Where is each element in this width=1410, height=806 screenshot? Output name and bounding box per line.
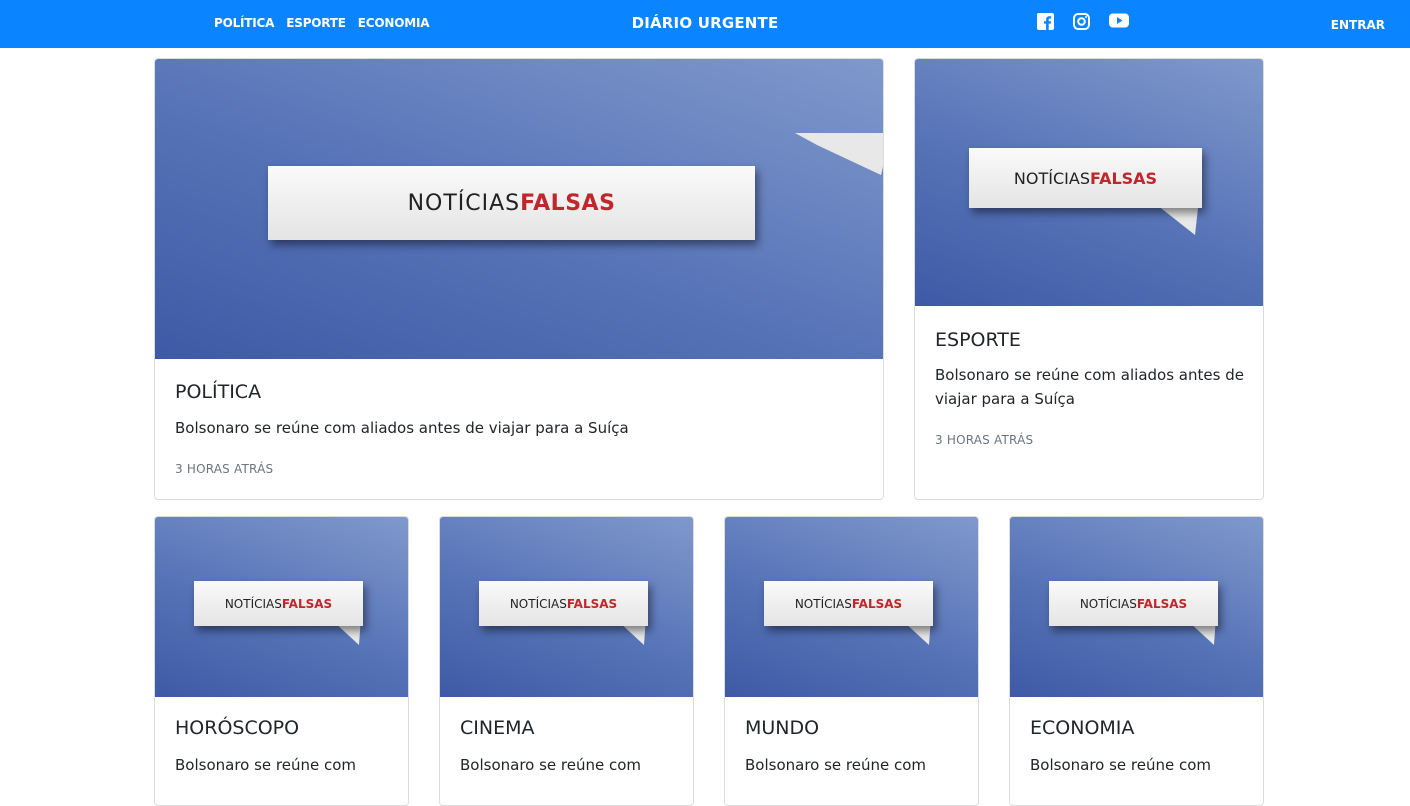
nav-link-politica[interactable]: POLÍTICA [214, 16, 274, 30]
card-image: NOTÍCIAS FALSAS [155, 517, 408, 697]
card-text: Bolsonaro se reúne com [745, 756, 927, 774]
youtube-icon[interactable] [1109, 13, 1129, 34]
bubble-text-noticias: NOTÍCIAS [407, 190, 521, 216]
bubble-text-noticias: NOTÍCIAS [1013, 168, 1090, 188]
facebook-icon[interactable] [1037, 13, 1054, 34]
bubble-text-noticias: NOTÍCIAS [509, 596, 567, 611]
card-text: Bolsonaro se reúne com [460, 756, 642, 774]
card-title: ECONOMIA [1030, 717, 1135, 739]
top-navbar: POLÍTICA ESPORTE ECONOMIA DIÁRIO URGENTE… [0, 0, 1410, 48]
instagram-icon[interactable] [1073, 13, 1090, 34]
bubble-text-noticias: NOTÍCIAS [224, 596, 282, 611]
speech-bubble: NOTÍCIAS FALSAS [479, 581, 648, 626]
card-title: POLÍTICA [175, 381, 262, 403]
fake-news-graphic: NOTÍCIAS FALSAS [725, 517, 978, 697]
fake-news-graphic: NOTÍCIAS FALSAS [155, 59, 883, 359]
login-link[interactable]: ENTRAR [1331, 18, 1385, 32]
fake-news-graphic: NOTÍCIAS FALSAS [440, 517, 693, 697]
card-image: NOTÍCIAS FALSAS [1010, 517, 1263, 697]
brand-title: DIÁRIO URGENTE [631, 14, 779, 32]
card-image: NOTÍCIAS FALSAS [725, 517, 978, 697]
news-card-economia[interactable]: NOTÍCIAS FALSAS ECONOMIA Bolsonaro se reú… [1009, 516, 1264, 806]
news-card-horoscopo[interactable]: NOTÍCIAS FALSAS HORÓSCOPO Bolsonaro se re… [154, 516, 409, 806]
nav-link-esporte[interactable]: ESPORTE [286, 16, 346, 30]
card-image: NOTÍCIAS FALSAS [440, 517, 693, 697]
card-timestamp: 3 HORAS ATRÁS [175, 462, 274, 476]
speech-bubble: NOTÍCIAS FALSAS [1049, 581, 1218, 626]
speech-bubble: NOTÍCIAS FALSAS [764, 581, 933, 626]
bubble-text-falsas: FALSAS [1136, 596, 1188, 611]
nav-links: POLÍTICA ESPORTE ECONOMIA [214, 16, 441, 30]
card-text: Bolsonaro se reúne com [175, 756, 357, 774]
card-title: MUNDO [745, 717, 820, 739]
news-card-cinema[interactable]: NOTÍCIAS FALSAS CINEMA Bolsonaro se reúne… [439, 516, 694, 806]
bubble-text-falsas: FALSAS [851, 596, 903, 611]
card-image: NOTÍCIAS FALSAS [915, 59, 1263, 306]
card-title: ESPORTE [935, 329, 1021, 351]
news-card-esporte[interactable]: NOTÍCIAS FALSAS ESPORTE Bolsonaro se reún… [914, 58, 1264, 500]
fake-news-graphic: NOTÍCIAS FALSAS [155, 517, 408, 697]
nav-link-economia[interactable]: ECONOMIA [358, 16, 430, 30]
card-text: Bolsonaro se reúne com [1030, 756, 1212, 774]
speech-bubble-tail [795, 133, 883, 175]
card-title: CINEMA [460, 717, 535, 739]
bubble-text-falsas: FALSAS [281, 596, 333, 611]
card-text: Bolsonaro se reúne com aliados antes de … [175, 419, 629, 437]
bubble-text-falsas: FALSAS [1089, 168, 1158, 188]
bubble-text-falsas: FALSAS [520, 190, 616, 216]
card-text: Bolsonaro se reúne com aliados antes de … [935, 366, 1244, 408]
news-card-politica[interactable]: NOTÍCIAS FALSAS POLÍTICA Bolsonaro se reú… [154, 58, 884, 500]
card-timestamp: 3 HORAS ATRÁS [935, 433, 1034, 447]
speech-bubble: NOTÍCIAS FALSAS [969, 148, 1202, 208]
speech-bubble: NOTÍCIAS FALSAS [268, 166, 755, 240]
social-links [1037, 13, 1148, 34]
fake-news-graphic: NOTÍCIAS FALSAS [1010, 517, 1263, 697]
card-image: NOTÍCIAS FALSAS [155, 59, 883, 359]
fake-news-graphic: NOTÍCIAS FALSAS [915, 59, 1263, 306]
speech-bubble: NOTÍCIAS FALSAS [194, 581, 363, 626]
news-card-mundo[interactable]: NOTÍCIAS FALSAS MUNDO Bolsonaro se reúne … [724, 516, 979, 806]
bubble-text-noticias: NOTÍCIAS [794, 596, 852, 611]
bubble-text-falsas: FALSAS [566, 596, 618, 611]
bubble-text-noticias: NOTÍCIAS [1079, 596, 1137, 611]
card-title: HORÓSCOPO [175, 717, 300, 739]
